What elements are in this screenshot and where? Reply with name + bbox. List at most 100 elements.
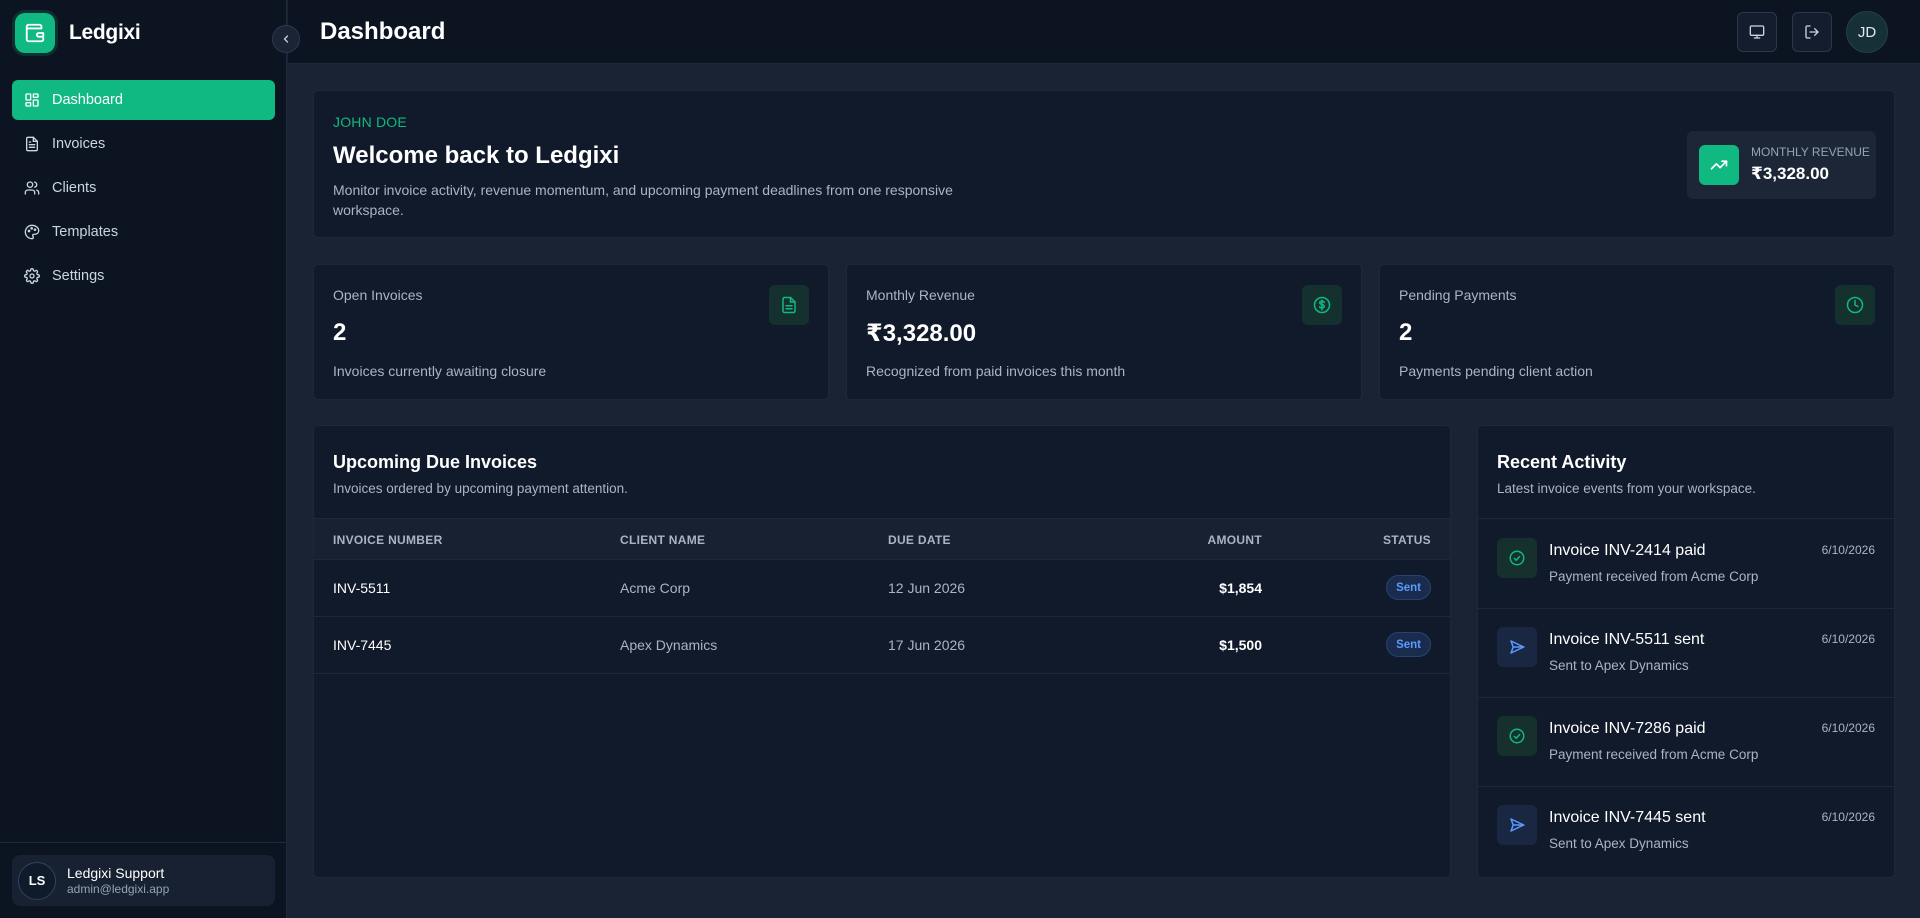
display-mode-button[interactable] [1737,12,1777,52]
sidebar-item-dashboard[interactable]: Dashboard [12,80,275,120]
activity-date: 6/10/2026 [1821,810,1875,824]
status-badge: Sent [1386,575,1431,600]
stat-value: 2 [333,319,347,346]
activity-date: 6/10/2026 [1821,543,1875,557]
revenue-badge-label: MONTHLY REVENUE [1751,144,1870,159]
file-text-icon [26,136,38,152]
activity-subtitle: Payment received from Acme Corp [1549,747,1759,762]
stat-label: Open Invoices [333,287,423,303]
page-title: Dashboard [320,18,446,45]
activity-item[interactable]: Invoice INV-2414 paid Payment received f… [1478,519,1894,608]
activity-item[interactable]: Invoice INV-5511 sent Sent to Apex Dynam… [1478,608,1894,697]
sidebar-item-label: Clients [52,180,97,196]
status-badge: Sent [1386,632,1431,657]
amount: $1,500 [1219,637,1262,653]
welcome-card: JOHN DOE Welcome back to Ledgixi Monitor… [313,90,1895,238]
stat-description: Payments pending client action [1399,363,1593,379]
client-name: Acme Corp [620,580,691,596]
check-circle-icon [1497,716,1537,756]
file-icon [769,285,809,325]
section-subtitle: Invoices ordered by upcoming payment att… [333,481,628,496]
upcoming-due-invoices-card: Upcoming Due Invoices Invoices ordered b… [313,425,1451,878]
user-avatar-button[interactable]: JD [1846,11,1888,53]
stat-description: Recognized from paid invoices this month [866,363,1126,379]
send-icon [1497,805,1537,845]
recent-activity-card: Recent Activity Latest invoice events fr… [1477,425,1895,878]
stat-card-open-invoices: Open Invoices 2 Invoices currently await… [313,264,829,400]
column-header: INVOICE NUMBER [333,533,443,547]
top-bar: Dashboard JD [288,0,1920,64]
sidebar-item-clients[interactable]: Clients [12,168,275,208]
stat-label: Pending Payments [1399,287,1517,303]
chevron-left-icon [283,35,289,43]
activity-title: Invoice INV-7445 sent [1549,809,1706,826]
due-date: 12 Jun 2026 [888,580,966,596]
stat-value: ₹3,328.00 [866,320,977,347]
stat-description: Invoices currently awaiting closure [333,363,547,379]
gear-icon [24,268,40,284]
stat-label: Monthly Revenue [866,287,975,303]
logout-button[interactable] [1792,12,1832,52]
user-display-name: JOHN DOE [333,114,407,130]
client-name: Apex Dynamics [620,637,718,653]
activity-title: Invoice INV-5511 sent [1549,631,1705,648]
send-icon [1497,627,1537,667]
due-date: 17 Jun 2026 [888,637,966,653]
welcome-description: Monitor invoice activity, revenue moment… [333,182,953,218]
palette-icon [24,224,40,240]
stat-value: 2 [1399,319,1413,346]
invoice-number[interactable]: INV-7445 [333,637,391,653]
invoice-number[interactable]: INV-5511 [333,580,390,596]
column-header: AMOUNT [1207,533,1262,547]
activity-date: 6/10/2026 [1821,721,1875,735]
activity-date: 6/10/2026 [1821,632,1875,646]
amount: $1,854 [1219,580,1262,596]
table-row[interactable]: INV-7445 Apex Dynamics 17 Jun 2026 $1,50… [314,617,1450,674]
sidebar-item-invoices[interactable]: Invoices [12,124,275,164]
clock-icon [1835,285,1875,325]
activity-item[interactable]: Invoice INV-7286 paid Payment received f… [1478,697,1894,786]
sidebar-item-label: Settings [52,268,105,284]
column-header: STATUS [1382,533,1431,547]
grid-icon [25,93,39,107]
app-name: Ledgixi [69,21,141,44]
users-icon [24,181,40,195]
table-row[interactable]: INV-5511 Acme Corp 12 Jun 2026 $1,854 Se… [314,560,1450,617]
brand[interactable]: Ledgixi [15,13,141,53]
section-subtitle: Latest invoice events from your workspac… [1497,481,1756,496]
stat-card-pending-payments: Pending Payments 2 Payments pending clie… [1379,264,1895,400]
sidebar: Ledgixi Dashboard Invoices Clients Templ… [0,0,287,918]
sidebar-item-label: Invoices [52,136,106,152]
activity-title: Invoice INV-7286 paid [1549,720,1706,737]
sidebar-item-label: Dashboard [52,92,123,108]
sidebar-divider [0,842,287,843]
user-avatar: LS [18,861,56,900]
collapse-sidebar-button[interactable] [272,25,300,53]
sidebar-item-templates[interactable]: Templates [12,212,275,252]
sidebar-item-label: Templates [52,224,119,240]
activity-subtitle: Payment received from Acme Corp [1549,569,1759,584]
logout-icon [1805,25,1819,39]
trending-up-icon [1699,145,1739,185]
dollar-circle-icon [1302,285,1342,325]
activity-item[interactable]: Invoice INV-7445 sent Sent to Apex Dynam… [1478,786,1894,875]
activity-subtitle: Sent to Apex Dynamics [1549,658,1689,673]
column-header: DUE DATE [888,533,951,547]
section-title: Upcoming Due Invoices [333,452,538,472]
table-header: INVOICE NUMBER CLIENT NAME DUE DATE AMOU… [314,518,1450,560]
section-title: Recent Activity [1497,452,1627,472]
user-name: Ledgixi Support [67,864,165,881]
user-email: admin@ledgixi.app [67,881,170,896]
column-header: CLIENT NAME [620,533,706,547]
check-circle-icon [1497,538,1537,578]
activity-title: Invoice INV-2414 paid [1549,542,1706,559]
monthly-revenue-badge: MONTHLY REVENUE ₹3,328.00 [1687,131,1876,199]
user-card[interactable]: LS Ledgixi Support admin@ledgixi.app [12,855,275,906]
activity-subtitle: Sent to Apex Dynamics [1549,836,1689,851]
sidebar-nav: Dashboard Invoices Clients Templates Set… [12,80,275,300]
welcome-title: Welcome back to Ledgixi [333,142,620,169]
revenue-badge-value: ₹3,328.00 [1751,163,1830,183]
sidebar-item-settings[interactable]: Settings [12,256,275,296]
stat-card-monthly-revenue: Monthly Revenue ₹3,328.00 Recognized fro… [846,264,1362,400]
monitor-icon [1749,25,1765,39]
